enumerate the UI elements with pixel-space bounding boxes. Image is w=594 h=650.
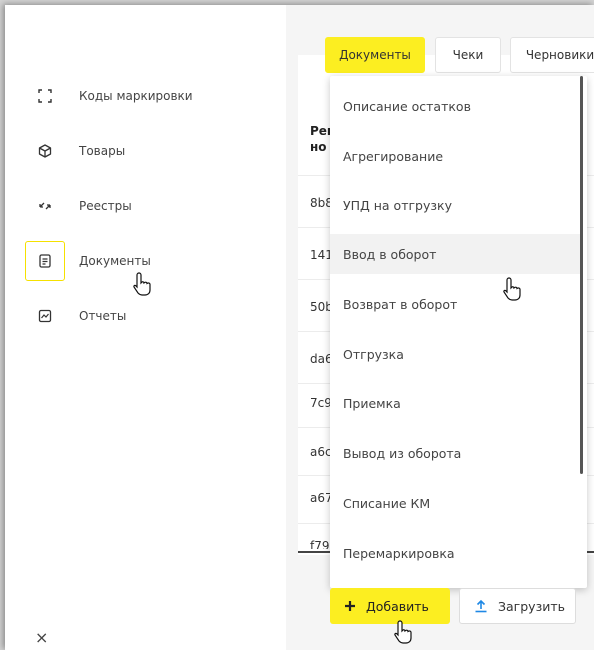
box-icon: [25, 131, 65, 171]
hand-cursor-icon: [503, 277, 521, 301]
dropdown-item-aggregation[interactable]: Агрегирование: [330, 136, 580, 176]
sidebar-item-registers[interactable]: Реестры: [25, 186, 275, 226]
add-button-label: Добавить: [366, 598, 429, 614]
dropdown-item-return-to-circulation[interactable]: Возврат в оборот: [330, 284, 580, 324]
sidebar-item-reports[interactable]: Отчеты: [25, 296, 275, 336]
tab-documents[interactable]: Документы: [325, 37, 425, 73]
sidebar-item-products[interactable]: Товары: [25, 131, 275, 171]
tab-drafts[interactable]: Черновики: [510, 37, 594, 73]
hand-cursor-icon: [133, 272, 151, 296]
scan-frame-icon: [25, 76, 65, 116]
add-button[interactable]: Добавить: [330, 588, 450, 624]
sidebar: Коды маркировки Товары Реестры Документы…: [5, 5, 286, 650]
sidebar-item-label: Документы: [79, 254, 151, 268]
chart-icon: [25, 296, 65, 336]
plus-icon: [344, 600, 356, 612]
dropdown-item-put-into-circulation[interactable]: Ввод в оборот: [330, 234, 580, 274]
sidebar-item-label: Отчеты: [79, 309, 127, 323]
dropdown-scrollbar[interactable]: [580, 76, 583, 474]
dropdown-item-withdrawal[interactable]: Вывод из оборота: [330, 433, 580, 473]
upload-button[interactable]: Загрузить: [459, 588, 576, 624]
sidebar-item-label: Товары: [79, 144, 126, 158]
sidebar-item-marking-codes[interactable]: Коды маркировки: [25, 76, 275, 116]
document-type-dropdown: Описание остатков Агрегирование УПД на о…: [330, 76, 587, 588]
dropdown-item-shipment[interactable]: Отгрузка: [330, 334, 580, 374]
sidebar-item-label: Коды маркировки: [79, 89, 193, 103]
close-icon[interactable]: ×: [35, 628, 48, 647]
sidebar-item-label: Реестры: [79, 199, 132, 213]
dropdown-item-write-off-km[interactable]: Списание КМ: [330, 483, 580, 523]
app-window: Коды маркировки Товары Реестры Документы…: [5, 5, 594, 650]
dropdown-item-upd-shipment[interactable]: УПД на отгрузку: [330, 185, 580, 225]
document-icon: [25, 241, 65, 281]
hand-cursor-icon: [394, 620, 412, 644]
upload-icon: [474, 599, 488, 613]
tab-receipts[interactable]: Чеки: [435, 37, 501, 73]
upload-button-label: Загрузить: [498, 598, 565, 614]
dropdown-item-acceptance[interactable]: Приемка: [330, 383, 580, 423]
dropdown-item-stock-description[interactable]: Описание остатков: [330, 86, 580, 126]
transfer-arrows-icon: [25, 186, 65, 226]
dropdown-item-remarking[interactable]: Перемаркировка: [330, 533, 580, 573]
